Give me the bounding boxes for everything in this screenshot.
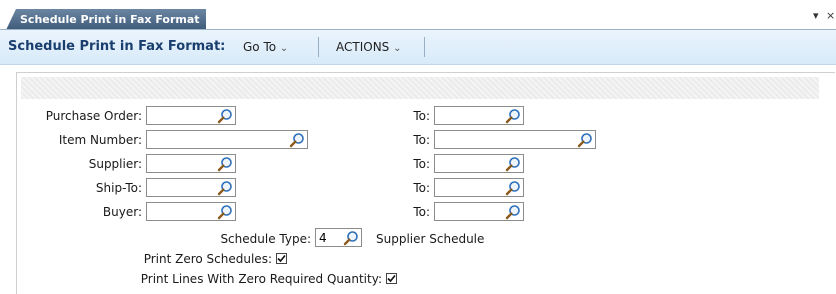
close-icon[interactable]: × [826, 9, 835, 22]
menu-separator [424, 37, 425, 57]
ship-to-to-label: To: [413, 181, 430, 195]
magnifier-icon[interactable] [217, 204, 233, 220]
ship-to-label: Ship-To: [95, 181, 142, 195]
purchase-order-input[interactable] [147, 107, 219, 124]
supplier-to-field[interactable] [434, 154, 524, 173]
header-bar: Schedule Print in Fax Format: Go To ⌄ AC… [0, 30, 836, 65]
ship-to-field[interactable] [146, 178, 236, 197]
ship-to-input[interactable] [147, 179, 219, 196]
purchase-order-field[interactable] [146, 106, 236, 125]
magnifier-icon[interactable] [505, 204, 521, 220]
tab-schedule-print-fax[interactable]: Schedule Print in Fax Format [6, 9, 206, 30]
goto-label: Go To [243, 40, 277, 54]
supplier-to-input[interactable] [435, 155, 507, 172]
magnifier-icon[interactable] [289, 132, 305, 148]
magnifier-icon[interactable] [505, 108, 521, 124]
supplier-field[interactable] [146, 154, 236, 173]
actions-label: ACTIONS [336, 40, 390, 54]
schedule-type-description: Supplier Schedule [376, 232, 485, 246]
goto-menu[interactable]: Go To ⌄ [243, 40, 288, 54]
item-number-to-input[interactable] [435, 131, 579, 148]
item-number-field[interactable] [146, 130, 308, 149]
menu-separator [318, 37, 319, 57]
schedule-type-input[interactable] [316, 229, 345, 246]
magnifier-icon[interactable] [505, 180, 521, 196]
schedule-type-label: Schedule Type: [220, 232, 311, 246]
purchase-order-label: Purchase Order: [45, 109, 142, 123]
magnifier-icon[interactable] [505, 156, 521, 172]
item-number-to-field[interactable] [434, 130, 596, 149]
purchase-order-to-label: To: [413, 109, 430, 123]
checkmark-icon [277, 254, 286, 263]
chevron-down-icon: ⌄ [393, 43, 402, 54]
chevron-down-icon: ⌄ [279, 43, 289, 54]
window-menu-icon[interactable]: ▾ [813, 9, 819, 22]
buyer-input[interactable] [147, 203, 219, 220]
item-number-label: Item Number: [58, 133, 142, 147]
magnifier-icon[interactable] [217, 108, 233, 124]
tab-strip: Schedule Print in Fax Format ▾ × [0, 0, 836, 30]
magnifier-icon[interactable] [217, 180, 233, 196]
purchase-order-to-field[interactable] [434, 106, 524, 125]
panel-header-shade [21, 77, 819, 99]
buyer-label: Buyer: [102, 205, 142, 219]
print-zero-required-label: Print Lines With Zero Required Quantity: [140, 272, 382, 286]
print-zero-schedules-label: Print Zero Schedules: [143, 252, 272, 266]
supplier-label: Supplier: [88, 157, 142, 171]
ship-to-to-field[interactable] [434, 178, 524, 197]
item-number-input[interactable] [147, 131, 291, 148]
actions-menu[interactable]: ACTIONS ⌄ [336, 40, 402, 54]
ship-to-to-input[interactable] [435, 179, 507, 196]
purchase-order-to-input[interactable] [435, 107, 507, 124]
magnifier-icon[interactable] [217, 156, 233, 172]
schedule-type-field[interactable] [315, 228, 362, 247]
print-zero-schedules-checkbox[interactable] [276, 253, 287, 264]
buyer-to-input[interactable] [435, 203, 507, 220]
tab-label: Schedule Print in Fax Format [20, 13, 200, 26]
item-number-to-label: To: [413, 133, 430, 147]
print-zero-required-checkbox[interactable] [386, 273, 397, 284]
supplier-input[interactable] [147, 155, 219, 172]
buyer-field[interactable] [146, 202, 236, 221]
buyer-to-label: To: [413, 205, 430, 219]
checkmark-icon [387, 274, 396, 283]
magnifier-icon[interactable] [343, 230, 359, 246]
buyer-to-field[interactable] [434, 202, 524, 221]
page-title: Schedule Print in Fax Format: [8, 39, 226, 54]
supplier-to-label: To: [413, 157, 430, 171]
magnifier-icon[interactable] [577, 132, 593, 148]
